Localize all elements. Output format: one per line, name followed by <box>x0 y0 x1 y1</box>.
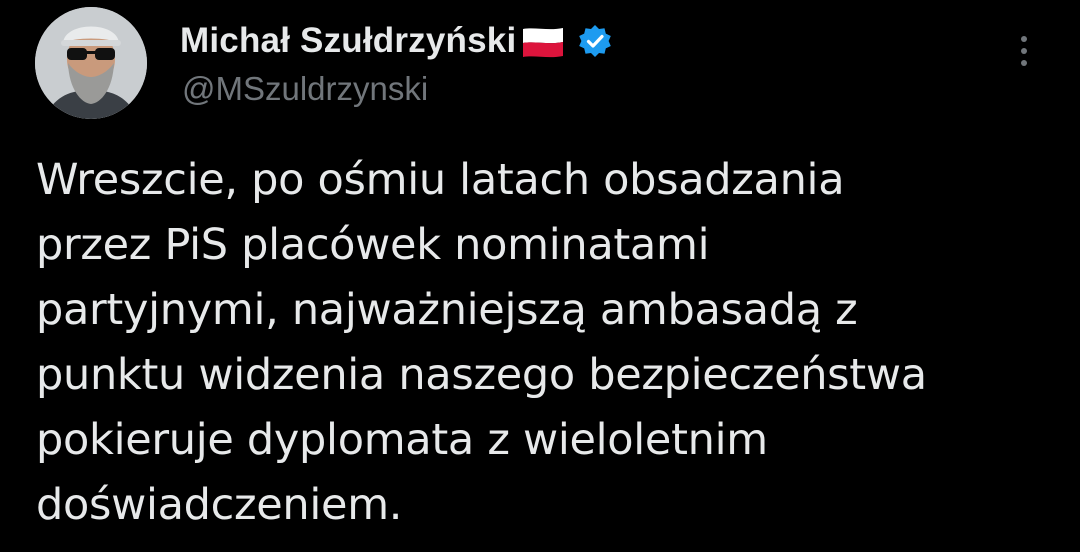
avatar-photo <box>35 7 147 119</box>
author-handle[interactable]: @MSzuldrzynski <box>182 70 428 108</box>
author-name-row[interactable]: Michał Szułdrzyński <box>180 18 613 64</box>
tweet-text: Wreszcie, po ośmiu latach obsadzania prz… <box>36 155 927 530</box>
display-name[interactable]: Michał Szułdrzyński <box>180 21 516 61</box>
avatar[interactable] <box>35 7 147 119</box>
poland-flag-icon <box>519 26 567 58</box>
verified-badge-icon[interactable] <box>577 23 613 59</box>
more-vertical-icon[interactable] <box>1004 30 1044 74</box>
tweet-card: Michał Szułdrzyński @MSzuldrzynski Wresz… <box>0 0 1080 552</box>
